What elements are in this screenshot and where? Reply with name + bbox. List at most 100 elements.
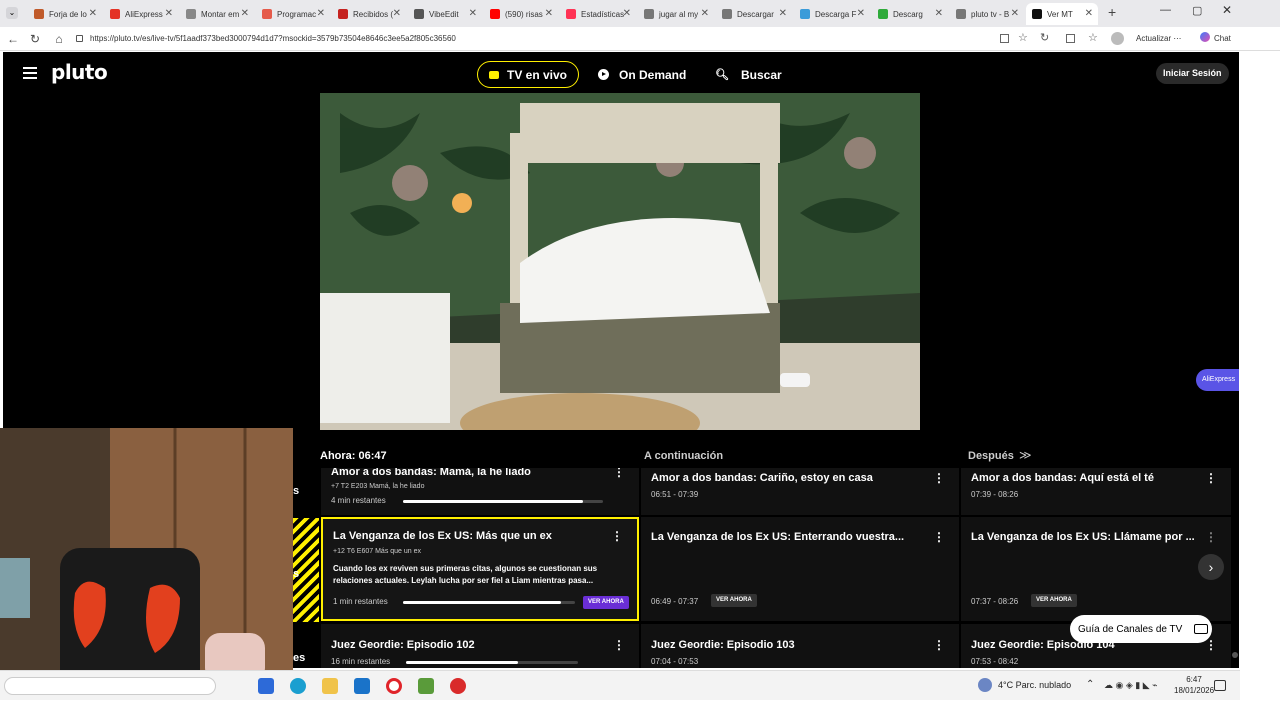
profile-avatar[interactable]: [1111, 32, 1124, 45]
program-row1-next[interactable]: Amor a dos bandas: Cariño, estoy en casa…: [641, 468, 959, 515]
tab-close-icon[interactable]: ✕: [623, 8, 631, 19]
clock[interactable]: 6:47 18/01/2026: [1174, 674, 1214, 696]
browser-tab[interactable]: (590) risas ✕: [484, 3, 558, 25]
search-field[interactable]: [4, 677, 216, 695]
favorite-star-icon[interactable]: ☆: [1018, 31, 1028, 44]
file-explorer-icon[interactable]: [322, 678, 338, 694]
watch-now-button[interactable]: VER AHORA: [1031, 594, 1077, 607]
browser-tab[interactable]: VibeEdit ✕: [408, 3, 482, 25]
watch-now-button[interactable]: VER AHORA: [583, 596, 629, 609]
browser-tab[interactable]: Montar em ✕: [180, 3, 254, 25]
program-row3-next[interactable]: Juez Geordie: Episodio 103 ⋮ 07:04 - 07:…: [641, 624, 959, 668]
tab-close-icon[interactable]: ✕: [469, 8, 477, 19]
tab-label: (590) risas: [505, 9, 543, 19]
watch-now-button[interactable]: VER AHORA: [711, 594, 757, 607]
browser-tab[interactable]: Estadísticas ✕: [560, 3, 636, 25]
video-player[interactable]: [320, 93, 920, 430]
hamburger-menu-icon[interactable]: [23, 67, 37, 79]
program-row1-after[interactable]: Amor a dos bandas: Aquí está el té ⋮ 07:…: [961, 468, 1231, 515]
nav-on-demand[interactable]: On Demand: [598, 61, 686, 88]
extensions-icon[interactable]: [1000, 34, 1009, 43]
browser-tab[interactable]: Descarg ✕: [872, 3, 948, 25]
tab-close-icon[interactable]: ✕: [701, 8, 709, 19]
more-options-icon[interactable]: ⋮: [613, 638, 625, 652]
video-frame: [320, 93, 920, 430]
nav-search-label: Buscar: [740, 67, 782, 82]
notification-icon[interactable]: [1214, 680, 1226, 691]
opera-icon[interactable]: [386, 678, 402, 694]
weather-icon: [978, 678, 992, 692]
tab-close-icon[interactable]: ✕: [935, 8, 943, 19]
collections-icon[interactable]: ☆: [1088, 31, 1098, 44]
app-stack-icon[interactable]: [418, 678, 434, 694]
home-button[interactable]: ⌂: [50, 30, 68, 48]
outlook-icon[interactable]: [354, 678, 370, 694]
maximize-button[interactable]: ▢: [1192, 4, 1202, 17]
program-time: 07:04 - 07:53: [651, 657, 699, 666]
copilot-chat-button[interactable]: Chat: [1200, 30, 1231, 48]
minimize-button[interactable]: —: [1160, 4, 1171, 16]
tab-close-icon[interactable]: ✕: [779, 8, 787, 19]
reload-button[interactable]: ↻: [26, 30, 44, 48]
browser-tab[interactable]: Forja de lo ✕: [28, 3, 102, 25]
program-title: Amor a dos bandas: Cariño, estoy en casa: [651, 472, 873, 484]
channel-guide-button[interactable]: Guía de Canales de TV: [1070, 615, 1212, 643]
url-field[interactable]: https://pluto.tv/es/live-tv/5f1aadf373be…: [90, 31, 456, 47]
program-row2-next[interactable]: La Venganza de los Ex US: Enterrando vue…: [641, 517, 959, 621]
split-view-icon[interactable]: [1066, 34, 1075, 43]
edge-icon[interactable]: [290, 678, 306, 694]
chevron-right-icon[interactable]: ›: [1198, 554, 1224, 580]
program-time: 07:53 - 08:42: [971, 657, 1019, 666]
tab-close-icon[interactable]: ✕: [1085, 8, 1093, 19]
back-button[interactable]: ←: [4, 30, 22, 48]
tab-list-icon[interactable]: ⌄: [6, 7, 18, 19]
browser-tab[interactable]: pluto tv - B ✕: [950, 3, 1024, 25]
more-options-icon[interactable]: ⋮: [613, 468, 625, 479]
login-button[interactable]: Iniciar Sesión: [1156, 63, 1229, 84]
refresh-ext-icon[interactable]: ↻: [1040, 31, 1049, 44]
tab-close-icon[interactable]: ✕: [317, 8, 325, 19]
tab-close-icon[interactable]: ✕: [545, 8, 553, 19]
more-options-icon[interactable]: ⋮: [1205, 471, 1217, 485]
browser-tab[interactable]: Ver MT ✕: [1026, 3, 1098, 25]
weather-text[interactable]: 4°C Parc. nublado: [998, 680, 1071, 690]
browser-tab[interactable]: Descargar ✕: [716, 3, 792, 25]
browser-tab[interactable]: Descarga F ✕: [794, 3, 870, 25]
program-row1-now[interactable]: Amor a dos bandas: Mamá, la he liado ⋮ +…: [321, 468, 639, 515]
more-options-icon[interactable]: ⋮: [1205, 530, 1217, 544]
more-options-icon[interactable]: ⋮: [933, 638, 945, 652]
program-row3-now[interactable]: Juez Geordie: Episodio 102 ⋮ 16 min rest…: [321, 624, 639, 668]
tab-close-icon[interactable]: ✕: [1011, 8, 1019, 19]
program-title: Amor a dos bandas: Mamá, la he liado: [331, 468, 531, 478]
program-row2-after[interactable]: La Venganza de los Ex US: Llámame por ..…: [961, 517, 1231, 621]
browser-tab[interactable]: jugar al my ✕: [638, 3, 714, 25]
program-row2-now-selected[interactable]: La Venganza de los Ex US: Más que un ex …: [321, 517, 639, 621]
more-options-icon[interactable]: ⋮: [1205, 638, 1217, 652]
tab-close-icon[interactable]: ✕: [393, 8, 401, 19]
tab-close-icon[interactable]: ✕: [241, 8, 249, 19]
browser-tab[interactable]: Programac ✕: [256, 3, 330, 25]
tray-icons[interactable]: ☁ ◉ ◈ ▮ ◣ ⌁: [1104, 680, 1158, 691]
tab-close-icon[interactable]: ✕: [857, 8, 865, 19]
tray-chevron-icon[interactable]: ⌃: [1086, 679, 1094, 690]
double-chevron-right-icon[interactable]: ≫: [1019, 448, 1032, 462]
pluto-logo[interactable]: pluto: [51, 60, 108, 84]
tab-label: Programac: [277, 9, 317, 19]
more-options-icon[interactable]: ⋮: [933, 530, 945, 544]
browser-tab[interactable]: Recibidos (✕: [332, 3, 406, 25]
more-options-icon[interactable]: ⋮: [933, 471, 945, 485]
new-tab-button[interactable]: +: [1108, 4, 1116, 20]
tab-close-icon[interactable]: ✕: [165, 8, 173, 19]
close-window-button[interactable]: ✕: [1222, 3, 1232, 17]
tab-close-icon[interactable]: ✕: [89, 8, 97, 19]
app-red-icon[interactable]: [450, 678, 466, 694]
scrollbar-thumb[interactable]: [1232, 652, 1238, 658]
aliexpress-extension-tag[interactable]: AliExpress: [1196, 369, 1239, 391]
update-button[interactable]: Actualizar ⋯: [1130, 30, 1187, 48]
more-options-icon[interactable]: ⋮: [611, 529, 623, 543]
nav-tv-en-vivo[interactable]: TV en vivo: [477, 61, 579, 88]
task-view-icon[interactable]: [258, 678, 274, 694]
browser-tab[interactable]: AliExpress ✕: [104, 3, 178, 25]
tab-favicon-icon: [414, 9, 424, 19]
nav-search[interactable]: 🔍︎ Buscar: [715, 61, 782, 88]
